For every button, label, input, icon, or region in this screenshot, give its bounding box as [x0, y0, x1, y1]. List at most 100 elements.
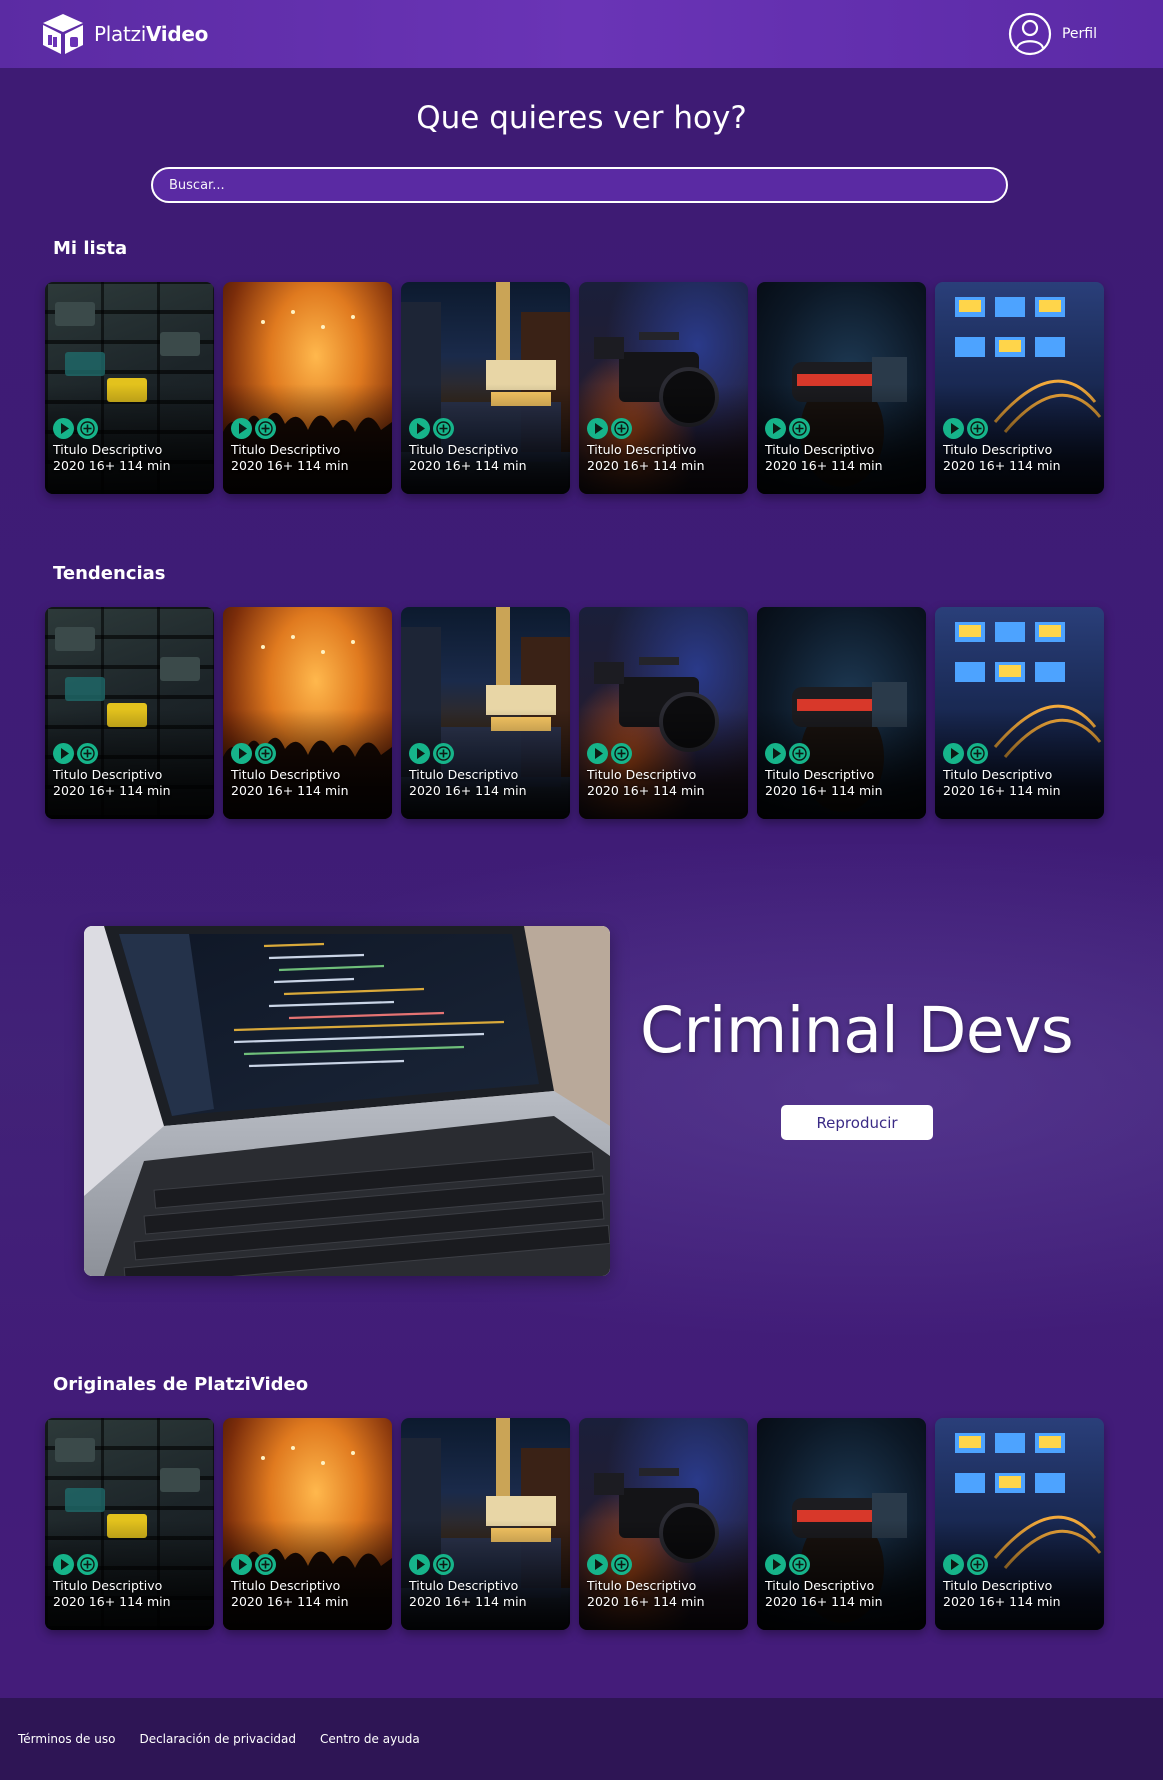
card-meta: 2020 16+ 114 min	[765, 783, 883, 798]
platzivideo-logo[interactable]: PlatziVideo	[40, 11, 208, 57]
add-icon[interactable]	[255, 418, 276, 439]
play-icon[interactable]	[231, 743, 252, 764]
card-gradient	[579, 384, 748, 494]
card-title: Titulo Descriptivo	[53, 767, 163, 782]
movie-card[interactable]: Titulo Descriptivo 2020 16+ 114 min	[45, 607, 214, 819]
add-icon[interactable]	[967, 1554, 988, 1575]
card-gradient	[45, 1520, 214, 1630]
card-gradient	[223, 1520, 392, 1630]
card-actions	[409, 418, 454, 439]
movie-card[interactable]: Titulo Descriptivo 2020 16+ 114 min	[223, 282, 392, 494]
logo-text-light: Platzi	[94, 22, 146, 46]
card-meta: 2020 16+ 114 min	[53, 458, 171, 473]
play-icon[interactable]	[409, 418, 430, 439]
play-icon[interactable]	[409, 1554, 430, 1575]
movie-card[interactable]: Titulo Descriptivo 2020 16+ 114 min	[401, 1418, 570, 1630]
card-actions	[409, 743, 454, 764]
card-title: Titulo Descriptivo	[53, 1578, 163, 1593]
movie-card[interactable]: Titulo Descriptivo 2020 16+ 114 min	[757, 607, 926, 819]
add-icon[interactable]	[611, 743, 632, 764]
play-icon[interactable]	[53, 418, 74, 439]
card-meta: 2020 16+ 114 min	[409, 783, 527, 798]
movie-card[interactable]: Titulo Descriptivo 2020 16+ 114 min	[935, 282, 1104, 494]
card-title: Titulo Descriptivo	[765, 767, 875, 782]
movie-card[interactable]: Titulo Descriptivo 2020 16+ 114 min	[223, 1418, 392, 1630]
movie-card[interactable]: Titulo Descriptivo 2020 16+ 114 min	[45, 1418, 214, 1630]
card-gradient	[757, 709, 926, 819]
footer-link-privacidad[interactable]: Declaración de privacidad	[139, 1732, 296, 1746]
movie-card[interactable]: Titulo Descriptivo 2020 16+ 114 min	[935, 1418, 1104, 1630]
play-icon[interactable]	[231, 1554, 252, 1575]
card-info: Titulo Descriptivo 2020 16+ 114 min	[231, 442, 349, 474]
play-icon[interactable]	[943, 743, 964, 764]
play-icon[interactable]	[765, 418, 786, 439]
card-info: Titulo Descriptivo 2020 16+ 114 min	[53, 442, 171, 474]
play-icon[interactable]	[53, 743, 74, 764]
card-info: Titulo Descriptivo 2020 16+ 114 min	[943, 1578, 1061, 1610]
play-icon[interactable]	[943, 418, 964, 439]
movie-card[interactable]: Titulo Descriptivo 2020 16+ 114 min	[401, 607, 570, 819]
play-icon[interactable]	[765, 743, 786, 764]
card-actions	[409, 1554, 454, 1575]
play-icon[interactable]	[943, 1554, 964, 1575]
profile-button[interactable]: Perfil	[1008, 12, 1097, 56]
movie-card[interactable]: Titulo Descriptivo 2020 16+ 114 min	[579, 282, 748, 494]
add-icon[interactable]	[789, 418, 810, 439]
card-title: Titulo Descriptivo	[943, 767, 1053, 782]
section-title-mi-lista: Mi lista	[53, 238, 128, 259]
carousel-tendencias: Titulo Descriptivo 2020 16+ 114 min Titulo…	[45, 607, 1104, 819]
add-icon[interactable]	[433, 1554, 454, 1575]
card-meta: 2020 16+ 114 min	[765, 1594, 883, 1609]
play-icon[interactable]	[231, 418, 252, 439]
add-icon[interactable]	[77, 1554, 98, 1575]
movie-card[interactable]: Titulo Descriptivo 2020 16+ 114 min	[579, 607, 748, 819]
movie-card[interactable]: Titulo Descriptivo 2020 16+ 114 min	[223, 607, 392, 819]
add-icon[interactable]	[255, 743, 276, 764]
add-icon[interactable]	[789, 743, 810, 764]
add-icon[interactable]	[77, 418, 98, 439]
search-input[interactable]	[169, 177, 990, 193]
card-meta: 2020 16+ 114 min	[587, 1594, 705, 1609]
search-bar[interactable]	[151, 167, 1008, 203]
add-icon[interactable]	[967, 743, 988, 764]
featured-banner: Criminal Devs Reproducir	[0, 844, 1163, 1384]
add-icon[interactable]	[967, 418, 988, 439]
footer-link-terminos[interactable]: Términos de uso	[18, 1732, 115, 1746]
card-gradient	[579, 709, 748, 819]
card-info: Titulo Descriptivo 2020 16+ 114 min	[409, 1578, 527, 1610]
movie-card[interactable]: Titulo Descriptivo 2020 16+ 114 min	[401, 282, 570, 494]
add-icon[interactable]	[789, 1554, 810, 1575]
movie-card[interactable]: Titulo Descriptivo 2020 16+ 114 min	[935, 607, 1104, 819]
movie-card[interactable]: Titulo Descriptivo 2020 16+ 114 min	[45, 282, 214, 494]
carousel-originales: Titulo Descriptivo 2020 16+ 114 min Titulo…	[45, 1418, 1104, 1630]
profile-label: Perfil	[1061, 26, 1097, 42]
movie-card[interactable]: Titulo Descriptivo 2020 16+ 114 min	[757, 1418, 926, 1630]
card-info: Titulo Descriptivo 2020 16+ 114 min	[409, 442, 527, 474]
card-gradient	[401, 384, 570, 494]
card-title: Titulo Descriptivo	[765, 1578, 875, 1593]
add-icon[interactable]	[433, 743, 454, 764]
card-info: Titulo Descriptivo 2020 16+ 114 min	[765, 767, 883, 799]
card-meta: 2020 16+ 114 min	[943, 458, 1061, 473]
add-icon[interactable]	[611, 1554, 632, 1575]
play-icon[interactable]	[53, 1554, 74, 1575]
main-content: Que quieres ver hoy? Mi lista Titulo Des…	[0, 68, 1163, 1698]
add-icon[interactable]	[433, 418, 454, 439]
play-icon[interactable]	[765, 1554, 786, 1575]
play-featured-button[interactable]: Reproducir	[781, 1105, 933, 1140]
card-title: Titulo Descriptivo	[409, 1578, 519, 1593]
play-icon[interactable]	[587, 1554, 608, 1575]
play-icon[interactable]	[587, 743, 608, 764]
add-icon[interactable]	[255, 1554, 276, 1575]
add-icon[interactable]	[611, 418, 632, 439]
section-title-originales: Originales de PlatziVideo	[53, 1374, 309, 1395]
card-gradient	[223, 384, 392, 494]
movie-card[interactable]: Titulo Descriptivo 2020 16+ 114 min	[579, 1418, 748, 1630]
play-icon[interactable]	[587, 418, 608, 439]
card-gradient	[45, 384, 214, 494]
card-gradient	[45, 709, 214, 819]
add-icon[interactable]	[77, 743, 98, 764]
footer-link-ayuda[interactable]: Centro de ayuda	[320, 1732, 420, 1746]
play-icon[interactable]	[409, 743, 430, 764]
movie-card[interactable]: Titulo Descriptivo 2020 16+ 114 min	[757, 282, 926, 494]
